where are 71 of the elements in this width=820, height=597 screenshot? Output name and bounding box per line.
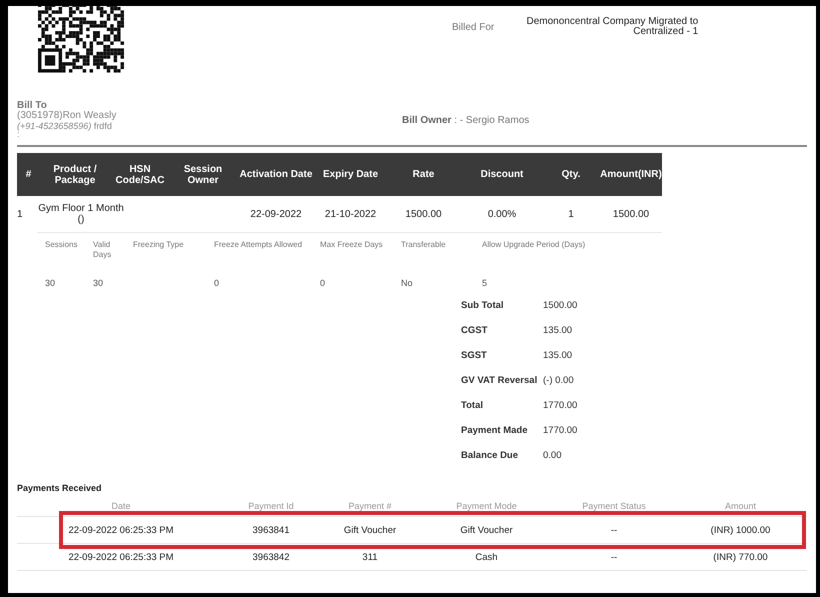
payments-title: Payments Received	[17, 483, 103, 493]
table-cell-text: 3963842	[252, 552, 290, 562]
colon-text: :	[17, 131, 20, 137]
detail-header: Valid Days	[92, 240, 112, 260]
table-cell-text: Gift Voucher	[342, 524, 398, 536]
column-header: #	[24, 169, 32, 180]
table-cell-text: 311	[361, 552, 379, 562]
detail-header: Sessions	[44, 240, 78, 251]
table-cell-text: --	[610, 524, 618, 536]
detail-header: Max Freeze Days	[319, 240, 384, 251]
detail-value: 30	[44, 278, 56, 288]
column-header: Expiry Date	[322, 169, 380, 180]
total-value: 1770.00	[543, 400, 578, 413]
bill-to-label: Bill To	[17, 101, 47, 111]
column-header: Rate	[412, 169, 436, 180]
table-cell-text: 0.00%	[486, 208, 518, 220]
column-header: Amount(INR)	[600, 169, 662, 180]
total-value: 1500.00	[543, 300, 578, 313]
customer-phone: (+91-4523658596) frdfd	[17, 121, 113, 131]
total-value: 1770.00	[543, 425, 578, 438]
detail-header: Freezing Type	[132, 240, 185, 251]
table-cell-text: Gift Voucher	[459, 524, 514, 536]
table-cell-text: 3963841	[252, 524, 290, 536]
column-header: Session Owner	[182, 164, 224, 186]
billed-for-value: Demononcentral Company Migrated to Centralized - 1	[525, 17, 698, 39]
total-label: Sub Total	[461, 300, 505, 313]
table-cell-text: Cash	[474, 552, 499, 562]
table-cell-text: 21-10-2022	[324, 208, 378, 220]
table-cell-text: Gym Floor 1 Month ()	[37, 203, 125, 225]
detail-value: 0	[213, 278, 220, 288]
total-label: GV VAT Reversal	[461, 375, 538, 388]
column-header: Product / Package	[52, 164, 98, 186]
table-cell-text: (INR) 770.00	[712, 552, 769, 562]
detail-header: Freeze Attempts Allowed	[213, 240, 304, 251]
total-label: Payment Made	[461, 425, 529, 438]
column-header: Payment #	[347, 501, 393, 513]
column-header: HSN Code/SAC	[114, 164, 166, 186]
customer-name: (3051978)Ron Weasly	[17, 111, 118, 121]
table-cell-text: 1500.00	[404, 208, 443, 220]
total-label: Balance Due	[461, 450, 520, 463]
total-label: Total	[461, 400, 484, 413]
detail-value: No	[400, 278, 414, 288]
table-cell-text: 1	[17, 208, 24, 220]
detail-value: 0	[319, 278, 326, 288]
column-header: Payment Mode	[455, 501, 518, 513]
total-value: (-) 0.00	[543, 375, 574, 388]
total-label: SGST	[461, 350, 488, 363]
table-cell-text: --	[610, 552, 618, 562]
column-header: Payment Id	[247, 501, 295, 513]
table-cell-text: 22-09-2022	[249, 208, 303, 220]
table-cell-text: (INR) 1000.00	[710, 524, 772, 536]
total-value: 135.00	[543, 350, 572, 363]
column-header: Date	[110, 501, 132, 513]
table-cell-text: 1500.00	[612, 208, 650, 220]
column-header: Discount	[480, 169, 524, 180]
detail-value: 30	[92, 278, 104, 288]
detail-header: Allow Upgrade Period (Days)	[481, 240, 586, 251]
table-cell-text: 22-09-2022 06:25:33 PM	[67, 552, 175, 562]
billed-for-label: Billed For	[452, 22, 494, 35]
bill-owner: Bill Owner : - Sergio Ramos	[402, 115, 530, 128]
total-value: 135.00	[543, 325, 572, 338]
total-label: CGST	[461, 325, 488, 338]
table-cell-text: 22-09-2022 06:25:33 PM	[67, 524, 175, 536]
column-header: Activation Date	[238, 169, 314, 180]
detail-value: 5	[481, 278, 488, 288]
column-header: Qty.	[560, 169, 582, 180]
detail-header: Transferable	[400, 240, 447, 251]
total-value: 0.00	[543, 450, 562, 463]
column-header: Amount	[724, 501, 758, 513]
column-header: Payment Status	[581, 501, 647, 513]
table-cell-text: 1	[567, 208, 575, 220]
